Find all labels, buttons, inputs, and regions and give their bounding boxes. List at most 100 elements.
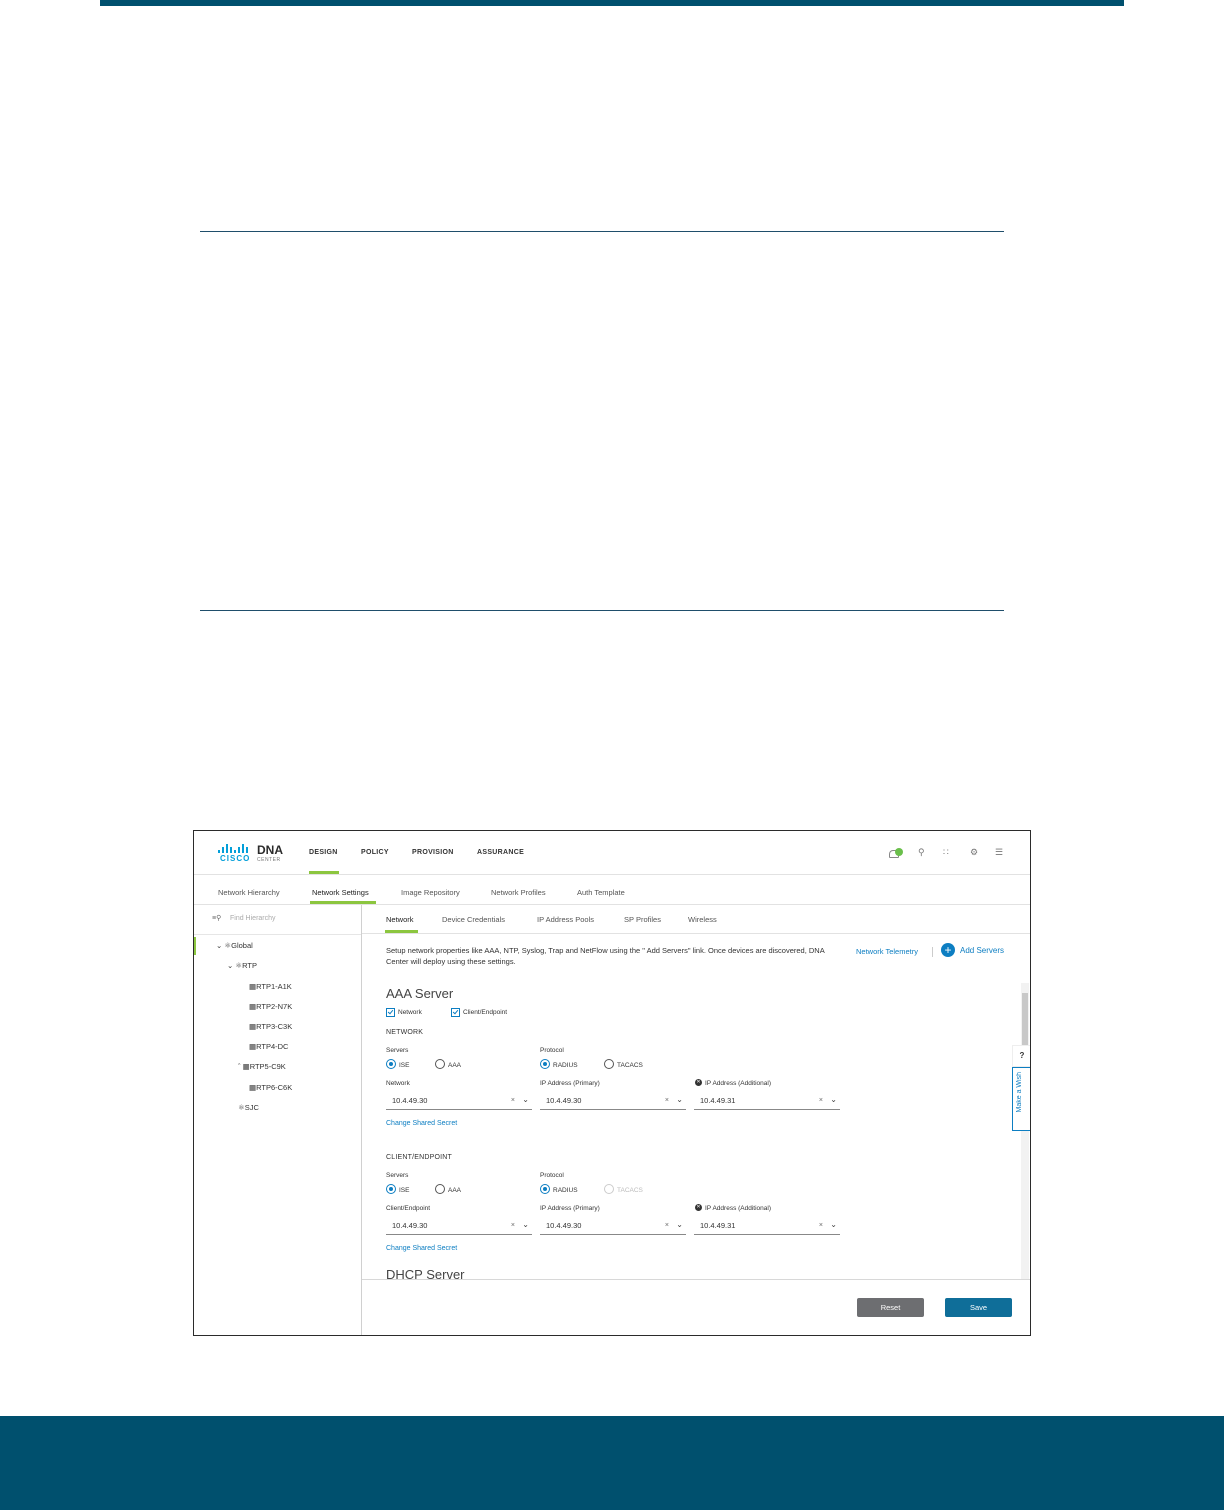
dna-center-screenshot: CISCO DNA CENTER DESIGN POLICY PROVISION… — [193, 830, 1031, 1336]
aaa-radio[interactable] — [435, 1059, 445, 1069]
radius-radio[interactable] — [540, 1184, 550, 1194]
search-icon[interactable]: ⚲ — [918, 847, 925, 858]
make-a-wish-tab[interactable]: Make a Wish — [1012, 1067, 1030, 1131]
clear-icon[interactable]: × — [511, 1097, 515, 1104]
top-brand-bar — [100, 0, 1124, 6]
save-button[interactable]: Save — [945, 1298, 1012, 1317]
subnav-network-hierarchy[interactable]: Network Hierarchy — [218, 888, 280, 897]
add-servers-link[interactable]: Add Servers — [960, 946, 1004, 955]
tree-item-building[interactable]: ▦RTP4-DC — [249, 1042, 288, 1051]
client-endpoint-select[interactable]: 10.4.49.30 × ⌄ — [386, 1217, 532, 1235]
ip-additional-select[interactable]: 10.4.49.31 × ⌄ — [694, 1092, 840, 1110]
tree-item-sjc[interactable]: ⚛SJC — [238, 1103, 259, 1112]
change-shared-secret-link[interactable]: Change Shared Secret — [386, 1245, 457, 1252]
network-checkbox[interactable] — [386, 1008, 395, 1017]
protocol-label: Protocol — [540, 1172, 564, 1179]
subnav-active-indicator — [310, 901, 376, 904]
help-question-icon[interactable]: ? — [1012, 1045, 1030, 1067]
subnav-image-repository[interactable]: Image Repository — [401, 888, 460, 897]
scrollbar-thumb[interactable] — [1022, 993, 1028, 1053]
tree-item-building[interactable]: ˆ ▦RTP5-C9K — [238, 1062, 286, 1071]
subnav-network-profiles[interactable]: Network Profiles — [491, 888, 546, 897]
tab-ip-address-pools[interactable]: IP Address Pools — [537, 915, 594, 924]
building-icon: ▦ — [242, 1062, 250, 1071]
chevron-up-icon[interactable]: ˆ — [238, 1062, 241, 1071]
tree-item-building[interactable]: ▦RTP2-N7K — [249, 1002, 292, 1011]
chevron-down-icon[interactable]: ⌄ — [830, 1095, 837, 1104]
tacacs-label: TACACS — [617, 1062, 643, 1069]
tree-item-global[interactable]: ⌄ ⚛Global — [216, 941, 253, 950]
clear-icon[interactable]: × — [819, 1222, 823, 1229]
radius-radio[interactable] — [540, 1059, 550, 1069]
ise-radio[interactable] — [386, 1184, 396, 1194]
ise-radio[interactable] — [386, 1059, 396, 1069]
apps-grid-icon[interactable]: ∷ — [943, 847, 949, 858]
filter-search-icon: ≡⚲ — [212, 915, 222, 922]
tree-item-building[interactable]: ▦RTP1-A1K — [249, 982, 292, 991]
list-icon[interactable]: ☰ — [995, 847, 1003, 858]
tab-sp-profiles[interactable]: SP Profiles — [624, 915, 661, 924]
chevron-down-icon[interactable]: ⌄ — [216, 941, 222, 950]
clear-icon[interactable]: × — [665, 1222, 669, 1229]
tab-wireless[interactable]: Wireless — [688, 915, 717, 924]
tab-network[interactable]: Network — [386, 915, 414, 924]
network-select[interactable]: 10.4.49.30 × ⌄ — [386, 1092, 532, 1110]
chevron-down-icon[interactable]: ⌄ — [522, 1095, 529, 1104]
clear-icon[interactable]: × — [665, 1097, 669, 1104]
network-field-label: Network — [386, 1080, 410, 1087]
find-hierarchy-search[interactable]: ≡⚲ Find Hierarchy — [194, 905, 361, 935]
network-section-heading: NETWORK — [386, 1029, 424, 1036]
nav-policy[interactable]: POLICY — [361, 849, 389, 856]
chevron-down-icon[interactable]: ⌄ — [227, 961, 233, 970]
tree-item-building[interactable]: ▦RTP6-C6K — [249, 1083, 292, 1092]
ip-additional-label: IP Address (Additional) — [705, 1205, 771, 1212]
remove-icon[interactable]: ✕ — [695, 1204, 702, 1211]
tree-item-building[interactable]: ▦RTP3-C3K — [249, 1022, 292, 1031]
nav-assurance[interactable]: ASSURANCE — [477, 849, 524, 856]
chevron-down-icon[interactable]: ⌄ — [522, 1220, 529, 1229]
client-endpoint-checkbox[interactable] — [451, 1008, 460, 1017]
tacacs-radio[interactable] — [604, 1059, 614, 1069]
subnav-network-settings[interactable]: Network Settings — [312, 888, 369, 897]
network-checkbox-label: Network — [398, 1009, 422, 1016]
ip-additional-select[interactable]: 10.4.49.31 × ⌄ — [694, 1217, 840, 1235]
chevron-down-icon[interactable]: ⌄ — [830, 1220, 837, 1229]
tree-item-rtp[interactable]: ⌄ ⚛RTP — [227, 961, 257, 970]
client-endpoint-field-label: Client/Endpoint — [386, 1205, 431, 1212]
ip-primary-select[interactable]: 10.4.49.30 × ⌄ — [540, 1092, 686, 1110]
nav-design[interactable]: DESIGN — [309, 849, 338, 856]
change-shared-secret-link[interactable]: Change Shared Secret — [386, 1120, 457, 1127]
content-scrollbar[interactable] — [1021, 983, 1029, 1279]
gear-icon[interactable]: ⚙ — [970, 847, 978, 858]
bottom-brand-bar — [0, 1416, 1224, 1510]
aaa-radio[interactable] — [435, 1184, 445, 1194]
nav-provision[interactable]: PROVISION — [412, 849, 454, 856]
tab-active-indicator — [385, 930, 418, 933]
selected-indicator — [194, 937, 196, 955]
area-icon: ⚛ — [238, 1103, 245, 1112]
ip-primary-select[interactable]: 10.4.49.30 × ⌄ — [540, 1217, 686, 1235]
nav-active-indicator — [309, 871, 339, 874]
network-telemetry-link[interactable]: Network Telemetry — [856, 947, 918, 956]
clear-icon[interactable]: × — [819, 1097, 823, 1104]
add-icon[interactable]: + — [941, 943, 955, 957]
clear-icon[interactable]: × — [511, 1222, 515, 1229]
cisco-bars-icon — [218, 844, 248, 853]
settings-tabs: Network Device Credentials IP Address Po… — [362, 905, 1030, 934]
cisco-dna-logo: CISCO DNA CENTER — [218, 843, 288, 865]
chevron-down-icon[interactable]: ⌄ — [676, 1220, 683, 1229]
client-endpoint-checkbox-label: Client/Endpoint — [463, 1009, 508, 1016]
main-content: Network Device Credentials IP Address Po… — [362, 905, 1030, 1335]
link-separator — [932, 947, 933, 957]
app-header: CISCO DNA CENTER DESIGN POLICY PROVISION… — [194, 831, 1030, 875]
ip-primary-label: IP Address (Primary) — [540, 1080, 600, 1087]
tacacs-radio-disabled — [604, 1184, 614, 1194]
reset-button[interactable]: Reset — [857, 1298, 924, 1317]
remove-icon[interactable]: ✕ — [695, 1079, 702, 1086]
product-subname: CENTER — [257, 857, 281, 863]
tab-device-credentials[interactable]: Device Credentials — [442, 915, 505, 924]
radius-label: RADIUS — [553, 1062, 578, 1069]
chevron-down-icon[interactable]: ⌄ — [676, 1095, 683, 1104]
subnav-auth-template[interactable]: Auth Template — [577, 888, 625, 897]
cloud-status-icon[interactable] — [889, 848, 905, 858]
